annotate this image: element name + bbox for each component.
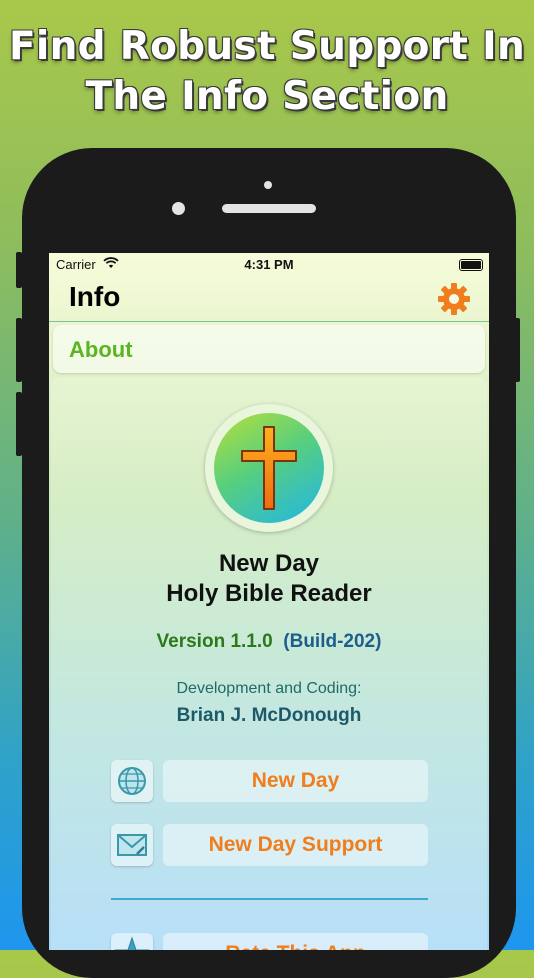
developer-name: Brian J. McDonough — [176, 705, 362, 726]
rate-icon-box[interactable] — [111, 933, 153, 950]
version-number: Version 1.1.0 — [156, 631, 273, 652]
promo-line-1: Find Robust Support In — [8, 24, 526, 69]
about-section-header[interactable]: About — [53, 325, 485, 373]
app-name-line-2: Holy Bible Reader — [166, 580, 372, 607]
new-day-support-button[interactable]: New Day Support — [163, 824, 428, 866]
rate-app-button[interactable]: Rate This App — [163, 933, 428, 950]
status-bar: Carrier 4:31 PM — [49, 253, 489, 275]
phone-screen: Carrier 4:31 PM Info About New Day Holy … — [49, 253, 489, 950]
globe-www-icon — [118, 767, 146, 795]
logo-background — [214, 413, 324, 523]
star-icon — [114, 936, 150, 950]
navigation-bar: Info — [49, 275, 489, 322]
front-camera — [172, 202, 185, 215]
earpiece-speaker — [222, 204, 316, 213]
promo-line-2: The Info Section — [85, 74, 449, 119]
proximity-sensor — [264, 181, 272, 189]
new-day-website-button[interactable]: New Day — [163, 760, 428, 802]
mail-icon — [117, 834, 147, 856]
app-name-line-1: New Day — [218, 550, 320, 577]
section-divider — [111, 898, 428, 900]
version-info: Version 1.1.0 (Build-202) — [49, 631, 489, 653]
cross-icon — [241, 426, 297, 510]
app-logo — [205, 404, 333, 532]
about-label: About — [69, 337, 133, 362]
support-icon-box[interactable] — [111, 824, 153, 866]
gear-icon[interactable] — [437, 282, 471, 316]
page-title: Info — [69, 281, 121, 312]
status-time: 4:31 PM — [244, 257, 294, 272]
build-number: (Build-202) — [283, 631, 382, 652]
website-icon-box[interactable] — [111, 760, 153, 802]
promo-headline: Find Robust Support In The Info Section — [0, 22, 534, 122]
battery-icon — [459, 259, 483, 271]
developer-label: Development and Coding: — [176, 680, 362, 697]
